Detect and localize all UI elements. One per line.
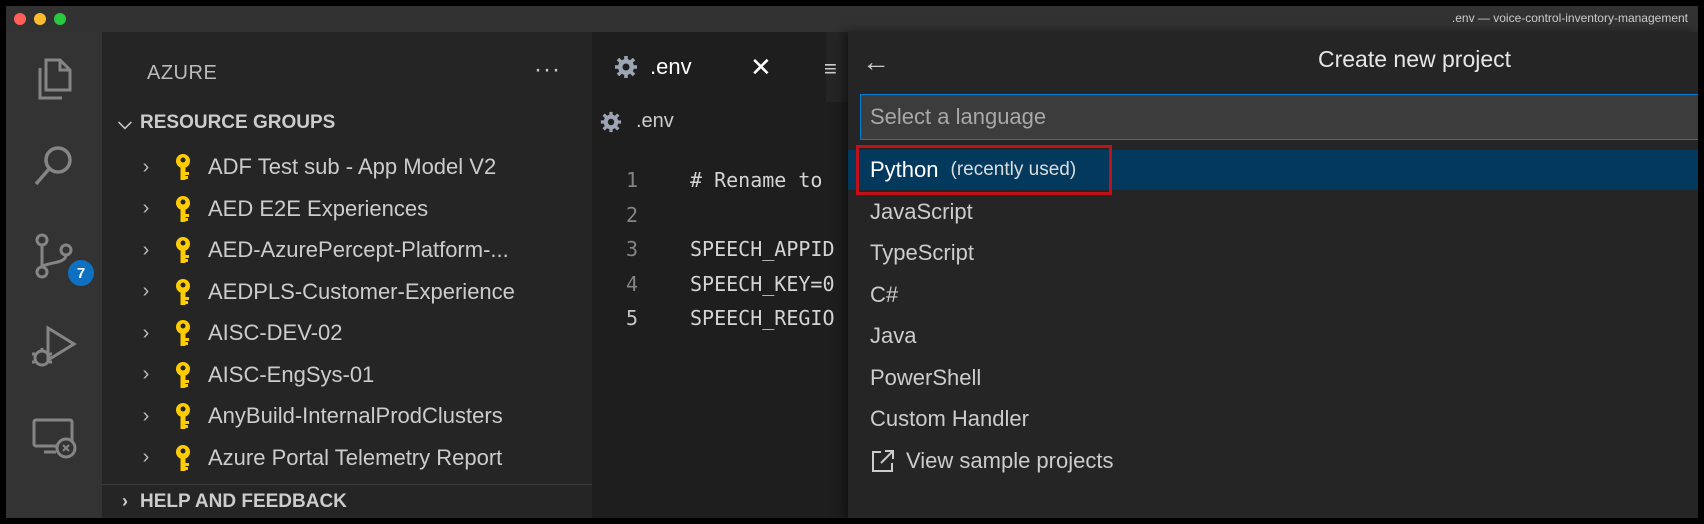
language-option[interactable]: C# <box>848 275 1698 315</box>
quick-pick-title: Create new project <box>1318 46 1512 72</box>
gear-icon <box>600 111 622 132</box>
chevron-right-icon: › <box>122 491 128 511</box>
gear-icon <box>615 56 637 78</box>
chevron-right-icon[interactable]: › <box>132 322 160 345</box>
list-icon[interactable]: ≡ <box>824 56 837 82</box>
code-text: SPEECH_REGIO <box>690 306 835 330</box>
chevron-right-icon[interactable]: › <box>132 280 160 303</box>
resource-group-label: AEDPLS-Customer-Experience <box>208 278 515 304</box>
code-line[interactable]: 3 SPEECH_APPID <box>592 237 872 273</box>
chevron-right-icon[interactable]: › <box>132 197 160 220</box>
key-icon <box>170 401 196 431</box>
code-text: # Rename to <box>690 168 823 192</box>
key-icon <box>170 194 196 224</box>
help-feedback-section-header[interactable]: › HELP AND FEEDBACK <box>102 484 592 518</box>
section-title: HELP AND FEEDBACK <box>140 490 347 512</box>
chevron-right-icon[interactable]: › <box>132 239 160 262</box>
key-icon <box>170 277 196 307</box>
tab-label: .env <box>650 54 692 79</box>
back-arrow-button[interactable]: ← <box>862 46 890 78</box>
resource-group-label: AISC-EngSys-01 <box>208 361 375 387</box>
chevron-down-icon: ⌵ <box>118 112 132 133</box>
language-option[interactable]: Java <box>848 316 1698 356</box>
azure-sidebar: AZURE ··· ⌵ RESOURCE GROUPS › ADF Test su… <box>102 32 592 518</box>
option-label: Java <box>870 323 917 348</box>
language-option[interactable]: PowerShell <box>848 358 1698 398</box>
option-label: JavaScript <box>870 198 973 224</box>
resource-group-label: ADF Test sub - App Model V2 <box>208 154 497 179</box>
language-search-input[interactable] <box>861 95 1698 139</box>
link-external-icon <box>870 448 906 474</box>
more-actions-button[interactable]: ··· <box>534 56 561 84</box>
language-option[interactable]: JavaScript <box>848 192 1698 232</box>
resource-group-label: AISC-DEV-02 <box>208 320 343 345</box>
option-label: View sample projects <box>906 447 1114 473</box>
sidebar-title: AZURE <box>147 62 218 84</box>
search-icon[interactable] <box>26 138 82 194</box>
files-icon[interactable] <box>26 50 82 106</box>
tab-env[interactable]: .env ✕ <box>592 32 826 102</box>
close-tab-button[interactable]: ✕ <box>750 52 772 83</box>
chevron-right-icon[interactable]: › <box>132 156 160 179</box>
language-input-box <box>860 94 1698 140</box>
option-label: TypeScript <box>870 240 974 265</box>
code-line[interactable]: 4 SPEECH_KEY=0 <box>592 272 872 308</box>
chevron-right-icon[interactable]: › <box>132 405 160 428</box>
line-number: 5 <box>625 306 638 330</box>
key-icon <box>170 318 196 348</box>
activity-bar: 7 <box>6 32 102 518</box>
resource-group-item[interactable]: › AISC-EngSys-01 <box>132 355 374 395</box>
resource-group-item[interactable]: › AED-AzurePercept-Platform-... <box>132 230 509 270</box>
resource-group-label: AED-AzurePercept-Platform-... <box>208 237 509 262</box>
code-line[interactable]: 5 SPEECH_REGIO <box>592 306 872 342</box>
breadcrumb-file: .env <box>636 110 674 132</box>
resource-group-item[interactable]: › AED E2E Experiences <box>132 189 428 229</box>
code-text: SPEECH_APPID <box>690 237 835 261</box>
vscode-window: .env — voice-control-inventory-managemen… <box>6 6 1698 518</box>
resource-group-label: Azure Portal Telemetry Report <box>208 444 503 470</box>
key-icon <box>170 360 196 390</box>
resource-group-item[interactable]: › ADF Test sub - App Model V2 <box>132 147 496 187</box>
code-line[interactable]: 2 <box>592 203 872 239</box>
option-label: C# <box>870 281 899 307</box>
code-line[interactable]: 1 # Rename to <box>592 168 872 204</box>
close-window-button[interactable] <box>14 13 26 25</box>
resource-group-item[interactable]: › AEDPLS-Customer-Experience <box>132 272 515 312</box>
line-number: 1 <box>625 168 638 192</box>
resource-groups-section-header[interactable]: ⌵ RESOURCE GROUPS <box>114 108 335 138</box>
line-number: 4 <box>625 271 638 296</box>
source-control-icon[interactable]: 7 <box>26 228 94 286</box>
breadcrumb[interactable]: .env <box>600 110 674 133</box>
option-label: PowerShell <box>870 364 982 390</box>
source-control-badge: 7 <box>68 260 94 286</box>
resource-group-label: AED E2E Experiences <box>208 195 429 221</box>
section-title: RESOURCE GROUPS <box>140 112 336 133</box>
resource-group-item[interactable]: › Azure Portal Telemetry Report <box>132 438 502 478</box>
line-number: 3 <box>625 237 638 261</box>
key-icon <box>170 152 196 182</box>
line-number: 2 <box>625 202 638 227</box>
language-option[interactable]: View sample projects <box>848 441 1698 481</box>
create-project-quick-pick: ← Create new project Python(recently use… <box>848 32 1698 518</box>
window-title: .env — voice-control-inventory-managemen… <box>1451 11 1688 25</box>
chevron-right-icon[interactable]: › <box>132 446 160 469</box>
language-option[interactable]: TypeScript <box>848 233 1698 273</box>
option-label: Custom Handler <box>870 406 1029 431</box>
key-icon <box>170 235 196 265</box>
title-bar: .env — voice-control-inventory-managemen… <box>6 6 1698 32</box>
maximize-window-button[interactable] <box>54 13 66 25</box>
resource-group-label: AnyBuild-InternalProdClusters <box>208 403 503 428</box>
remote-explorer-icon[interactable] <box>26 408 82 464</box>
resource-group-item[interactable]: › AISC-DEV-02 <box>132 313 343 353</box>
language-option[interactable]: Custom Handler <box>848 399 1698 439</box>
minimize-window-button[interactable] <box>34 13 46 25</box>
chevron-right-icon[interactable]: › <box>132 363 160 386</box>
highlight-annotation-box <box>856 145 1112 195</box>
key-icon <box>170 443 196 473</box>
code-text: SPEECH_KEY=0 <box>690 271 835 296</box>
run-debug-icon[interactable] <box>26 318 82 374</box>
resource-group-item[interactable]: › AnyBuild-InternalProdClusters <box>132 396 503 436</box>
